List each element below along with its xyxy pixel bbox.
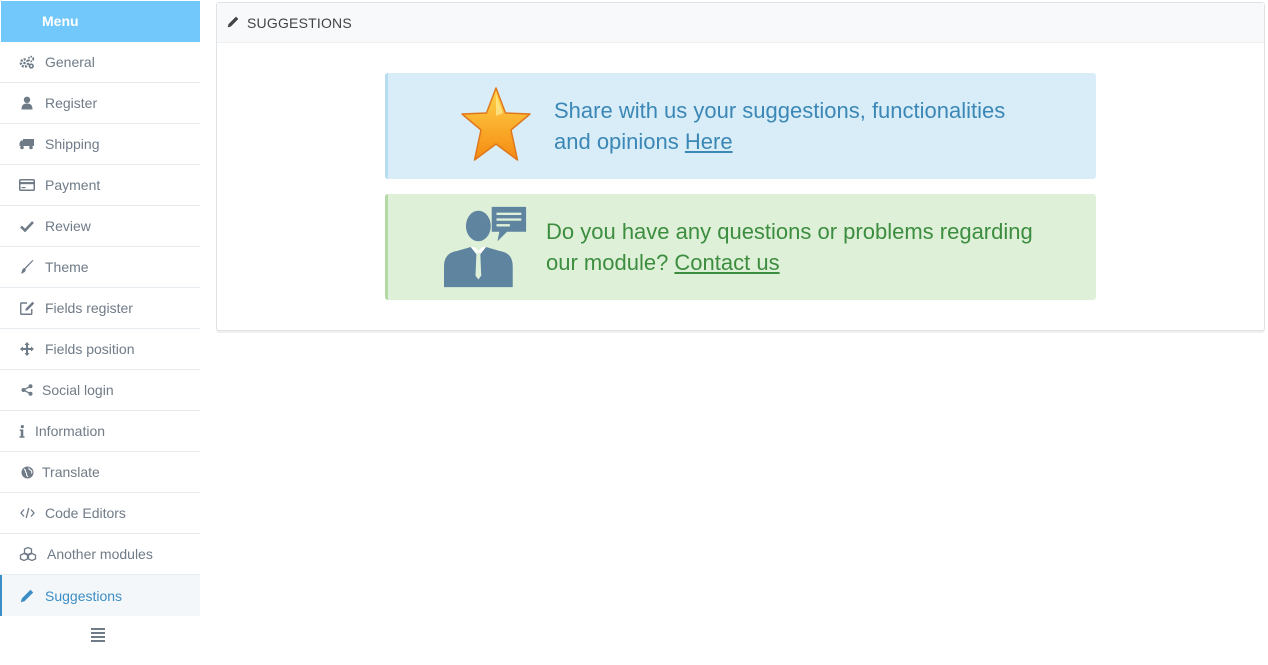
menu-header: Menu: [1, 1, 200, 42]
sidebar-item-payment[interactable]: Payment: [0, 165, 200, 206]
sidebar-item-label: Shipping: [45, 136, 100, 152]
sidebar-item-fields-register[interactable]: Fields register: [0, 288, 200, 329]
credit-card-icon: [18, 177, 36, 193]
sidebar-item-label: Fields register: [45, 300, 133, 316]
suggestions-message: Share with us your suggestions, function…: [554, 95, 1005, 157]
suggestions-alert: Share with us your suggestions, function…: [385, 73, 1096, 179]
sidebar-item-register[interactable]: Register: [0, 83, 200, 124]
suggestions-line-1: Share with us your suggestions, function…: [554, 98, 1006, 123]
cubes-icon: [18, 546, 38, 562]
panel-title: SUGGESTIONS: [247, 14, 352, 31]
move-icon: [18, 341, 36, 357]
pencil-icon: [227, 16, 241, 30]
truck-icon: [18, 136, 36, 152]
contact-message: Do you have any questions or problems re…: [546, 216, 1033, 278]
contact-us-link[interactable]: Contact us: [674, 250, 779, 275]
code-icon: [18, 505, 36, 521]
sidebar-item-general[interactable]: General: [0, 42, 200, 83]
sidebar: Menu General Register Shipping Payment R…: [0, 0, 200, 665]
edit-icon: [18, 300, 36, 316]
contact-alert: Do you have any questions or problems re…: [385, 194, 1096, 300]
sidebar-item-social-login[interactable]: Social login: [0, 370, 200, 411]
sidebar-item-label: Review: [45, 218, 91, 234]
pencil-icon: [18, 588, 36, 604]
support-agent-icon: [444, 205, 528, 289]
sidebar-item-label: Translate: [42, 464, 100, 480]
sidebar-item-information[interactable]: Information: [0, 411, 200, 452]
star-icon: [454, 84, 538, 168]
sidebar-item-label: Fields position: [45, 341, 135, 357]
user-icon: [18, 95, 36, 111]
sidebar-item-translate[interactable]: Translate: [0, 452, 200, 493]
sidebar-item-shipping[interactable]: Shipping: [0, 124, 200, 165]
sidebar-item-label: Social login: [42, 382, 114, 398]
sidebar-item-label: Register: [45, 95, 98, 111]
suggestions-here-link[interactable]: Here: [685, 129, 733, 154]
sidebar-nav: General Register Shipping Payment Review: [0, 42, 200, 616]
sidebar-item-theme[interactable]: Theme: [0, 247, 200, 288]
sidebar-item-label: Payment: [45, 177, 101, 193]
sidebar-item-fields-position[interactable]: Fields position: [0, 329, 200, 370]
suggestions-line-2: and opinions Here: [554, 126, 1005, 157]
contact-line-1: Do you have any questions or problems re…: [546, 219, 1033, 244]
gears-icon: [18, 54, 36, 70]
sidebar-item-label: Information: [35, 423, 106, 439]
brush-icon: [18, 259, 36, 275]
contact-line-2: our module? Contact us: [546, 247, 1033, 278]
sidebar-item-label: Theme: [45, 259, 89, 275]
sidebar-item-label: Suggestions: [45, 587, 123, 604]
suggestions-panel: SUGGESTIONS Share with us your suggestio…: [216, 2, 1265, 331]
sidebar-item-suggestions[interactable]: Suggestions: [0, 575, 200, 616]
contact-line-2-text: our module?: [546, 250, 675, 275]
panel-header: SUGGESTIONS: [217, 3, 1264, 43]
info-icon: [18, 423, 26, 439]
sidebar-item-label: Another modules: [47, 546, 153, 562]
check-icon: [18, 218, 36, 234]
sidebar-item-code-editors[interactable]: Code Editors: [0, 493, 200, 534]
suggestions-line-2-text: and opinions: [554, 129, 685, 154]
sidebar-item-another-modules[interactable]: Another modules: [0, 534, 200, 575]
sidebar-item-review[interactable]: Review: [0, 206, 200, 247]
share-icon: [18, 382, 36, 398]
sidebar-item-label: Code Editors: [45, 505, 126, 521]
sidebar-item-label: General: [45, 54, 95, 70]
hamburger-icon[interactable]: [88, 627, 108, 643]
globe-icon: [18, 464, 36, 480]
